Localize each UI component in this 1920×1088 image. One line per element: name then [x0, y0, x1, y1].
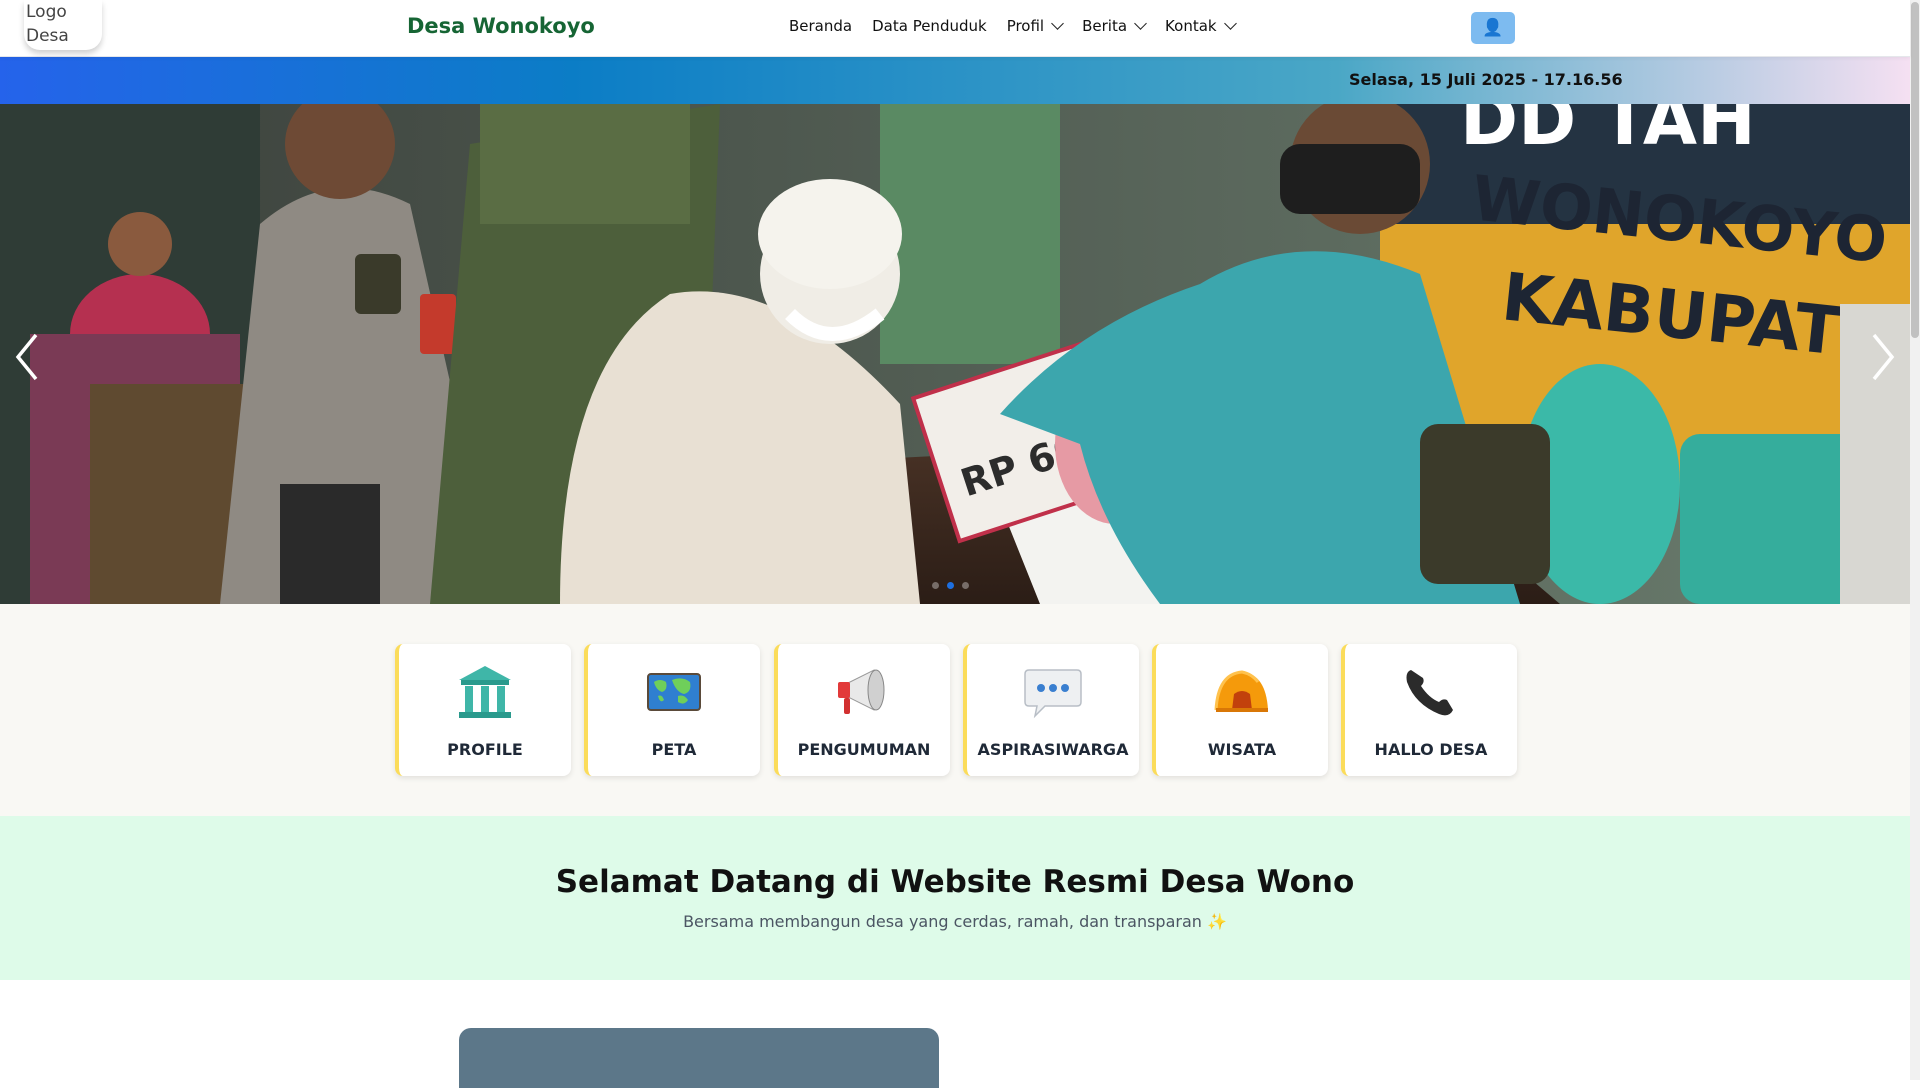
current-datetime: Selasa, 15 Juli 2025 - 17.16.56 — [1349, 70, 1623, 89]
chevron-down-icon — [1051, 17, 1064, 30]
nav-label: Data Penduduk — [872, 17, 987, 35]
chevron-right-icon — [1872, 333, 1895, 381]
scrollbar-thumb[interactable] — [1911, 2, 1919, 338]
quick-card-label: PENGUMUMAN — [797, 740, 931, 759]
quick-card-profile[interactable]: PROFILE — [395, 644, 571, 776]
site-brand[interactable]: Desa Wonokoyo — [407, 14, 595, 38]
content-card-preview — [459, 1028, 939, 1088]
nav-label: Kontak — [1165, 17, 1217, 35]
bank-building-icon — [459, 666, 511, 718]
nav-beranda[interactable]: Beranda — [789, 17, 852, 35]
quick-card-aspirasiwarga[interactable]: ASPIRASIWARGA — [963, 644, 1139, 776]
megaphone-icon — [838, 669, 885, 714]
nav-label: Berita — [1082, 17, 1128, 35]
nav-label: Beranda — [789, 17, 853, 35]
quick-card-pengumuman[interactable]: PENGUMUMAN — [774, 644, 950, 776]
carousel-dot[interactable] — [962, 582, 969, 589]
tent-icon — [1214, 670, 1268, 712]
welcome-subtitle-row: Bersama membangun desa yang cerdas, rama… — [0, 912, 1910, 931]
user-icon: 👤 — [1482, 18, 1504, 38]
hero-carousel: DD TAH WONOKOYO KECA KABUPATEN S RP 6 — [0, 104, 1910, 604]
hero-slide-image: DD TAH WONOKOYO KECA KABUPATEN S RP 6 — [0, 104, 1910, 604]
nav-kontak-dropdown[interactable]: Kontak — [1165, 17, 1237, 35]
chevron-down-icon — [1134, 17, 1147, 30]
carousel-next-button[interactable] — [1864, 332, 1904, 382]
quick-card-label: WISATA — [1207, 740, 1277, 759]
logo-image[interactable]: Logo Desa — [24, 0, 102, 50]
world-map-icon — [647, 673, 701, 711]
user-login-button[interactable]: 👤 — [1471, 12, 1515, 44]
main-nav: Beranda Data Penduduk Profil Berita Kont… — [789, 17, 1237, 35]
quick-card-label: PROFILE — [447, 740, 523, 759]
welcome-subtitle: Bersama membangun desa yang cerdas, rama… — [683, 912, 1202, 931]
date-bar: Selasa, 15 Juli 2025 - 17.16.56 — [0, 57, 1910, 104]
carousel-dot[interactable] — [932, 582, 939, 589]
nav-label: Profil — [1006, 17, 1045, 35]
page-scrollbar[interactable] — [1910, 0, 1920, 1080]
carousel-prev-button[interactable] — [6, 332, 46, 382]
quick-card-label: PETA — [651, 740, 697, 759]
nav-data-penduduk[interactable]: Data Penduduk — [872, 17, 987, 35]
quick-card-wisata[interactable]: WISATA — [1152, 644, 1328, 776]
welcome-title: Selamat Datang di Website Resmi Desa Won… — [555, 864, 1355, 900]
quick-card-label: HALLO DESA — [1374, 740, 1488, 759]
carousel-indicators — [932, 582, 969, 589]
nav-berita-dropdown[interactable]: Berita — [1082, 17, 1147, 35]
phone-icon — [1406, 670, 1453, 716]
banner-text-top: DD TAH — [1460, 104, 1756, 161]
quick-card-hallo-desa[interactable]: HALLO DESA — [1341, 644, 1517, 776]
nav-profil-dropdown[interactable]: Profil — [1006, 17, 1064, 35]
quick-menu: PROFILE PETA PENGUMUMAN ASPIRASIWARGA WI… — [0, 604, 1910, 816]
chevron-down-icon — [1223, 17, 1237, 30]
quick-card-label: ASPIRASIWARGA — [977, 740, 1129, 759]
welcome-section: Selamat Datang di Website Resmi Desa Won… — [0, 816, 1910, 980]
speech-bubble-icon — [1024, 669, 1082, 719]
sparkle-icon: ✨ — [1207, 912, 1227, 931]
quick-card-peta[interactable]: PETA — [584, 644, 760, 776]
chevron-left-icon — [15, 333, 38, 381]
navbar: Logo Desa Desa Wonokoyo Beranda Data Pen… — [0, 0, 1910, 57]
carousel-dot-active[interactable] — [947, 582, 954, 589]
